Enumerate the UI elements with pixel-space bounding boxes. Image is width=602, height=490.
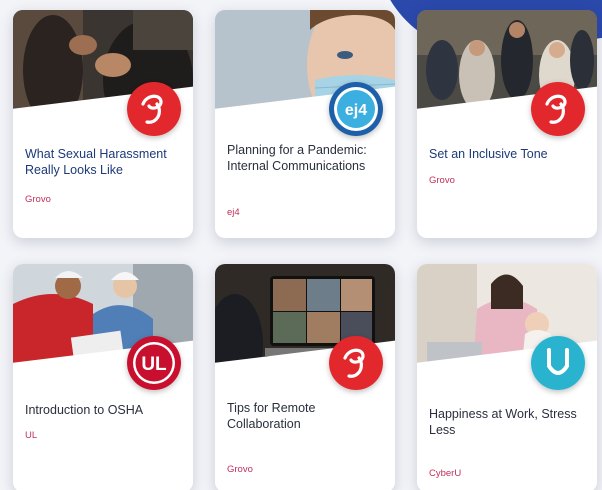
- course-provider: Grovo: [25, 194, 51, 205]
- course-card-pandemic-planning[interactable]: ej4 Planning for a Pandemic: Internal Co…: [215, 10, 395, 238]
- ej4-logo-icon: ej4: [329, 82, 383, 136]
- course-title[interactable]: Happiness at Work, Stress Less: [429, 406, 585, 438]
- course-provider: Grovo: [429, 175, 455, 186]
- course-card-happiness-at-work[interactable]: Happiness at Work, Stress Less CyberU: [417, 264, 597, 490]
- course-card-sexual-harassment[interactable]: What Sexual Harassment Really Looks Like…: [13, 10, 193, 238]
- course-card-remote-collaboration[interactable]: Tips for Remote Collaboration Grovo: [215, 264, 395, 490]
- course-provider: UL: [25, 430, 38, 441]
- course-title[interactable]: Tips for Remote Collaboration: [227, 400, 383, 432]
- course-card-osha[interactable]: UL Introduction to OSHA UL: [13, 264, 193, 490]
- grovo-logo-icon: [127, 82, 181, 136]
- course-title[interactable]: What Sexual Harassment Really Looks Like: [25, 146, 181, 178]
- svg-text:ej4: ej4: [345, 102, 367, 119]
- course-provider: Grovo: [227, 464, 253, 475]
- course-card-inclusive-tone[interactable]: Set an Inclusive Tone Grovo: [417, 10, 597, 238]
- course-title[interactable]: Planning for a Pandemic: Internal Commun…: [227, 142, 383, 174]
- grovo-logo-icon: [531, 82, 585, 136]
- ul-logo-icon: UL: [127, 336, 181, 390]
- svg-text:UL: UL: [141, 354, 167, 375]
- course-provider: CyberU: [429, 468, 462, 479]
- course-title[interactable]: Set an Inclusive Tone: [429, 146, 585, 162]
- course-catalog-page: What Sexual Harassment Really Looks Like…: [0, 0, 602, 490]
- grovo-logo-icon: [329, 336, 383, 390]
- course-title[interactable]: Introduction to OSHA: [25, 402, 181, 418]
- cyberu-logo-icon: [531, 336, 585, 390]
- course-provider: ej4: [227, 207, 240, 218]
